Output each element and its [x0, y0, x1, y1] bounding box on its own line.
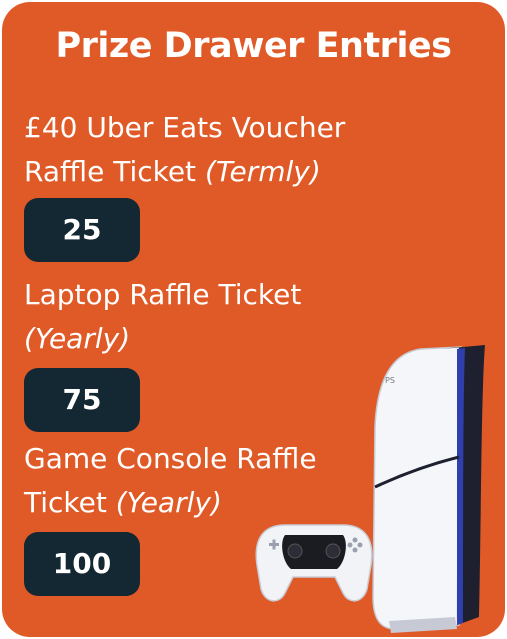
prize-label-uber-eats: £40 Uber Eats Voucher Raffle Ticket (Ter… [24, 106, 424, 194]
prize-frequency: (Yearly) [115, 486, 222, 519]
prize-frequency-line: Raffle Ticket (Termly) [24, 150, 424, 194]
prize-name: £40 Uber Eats Voucher [24, 111, 346, 144]
prize-drawer-card: Prize Drawer Entries £40 Uber Eats Vouch… [2, 2, 505, 637]
entry-count-badge-uber-eats: 25 [24, 198, 140, 262]
game-controller-icon [255, 524, 373, 602]
svg-text:PS: PS [385, 376, 395, 385]
prize-name-continued: Raffle Ticket [24, 155, 205, 188]
game-console-icon: PS [372, 345, 485, 633]
console-image: PS [255, 345, 485, 633]
prize-frequency: (Yearly) [24, 322, 131, 355]
prize-name: Laptop Raffle Ticket [24, 278, 302, 311]
card-title: Prize Drawer Entries [55, 26, 452, 66]
prize-frequency: (Termly) [204, 155, 321, 188]
entry-count-badge-game-console: 100 [24, 532, 140, 596]
entry-count-badge-laptop: 75 [24, 368, 140, 432]
prize-name-continued: Ticket [24, 486, 116, 519]
